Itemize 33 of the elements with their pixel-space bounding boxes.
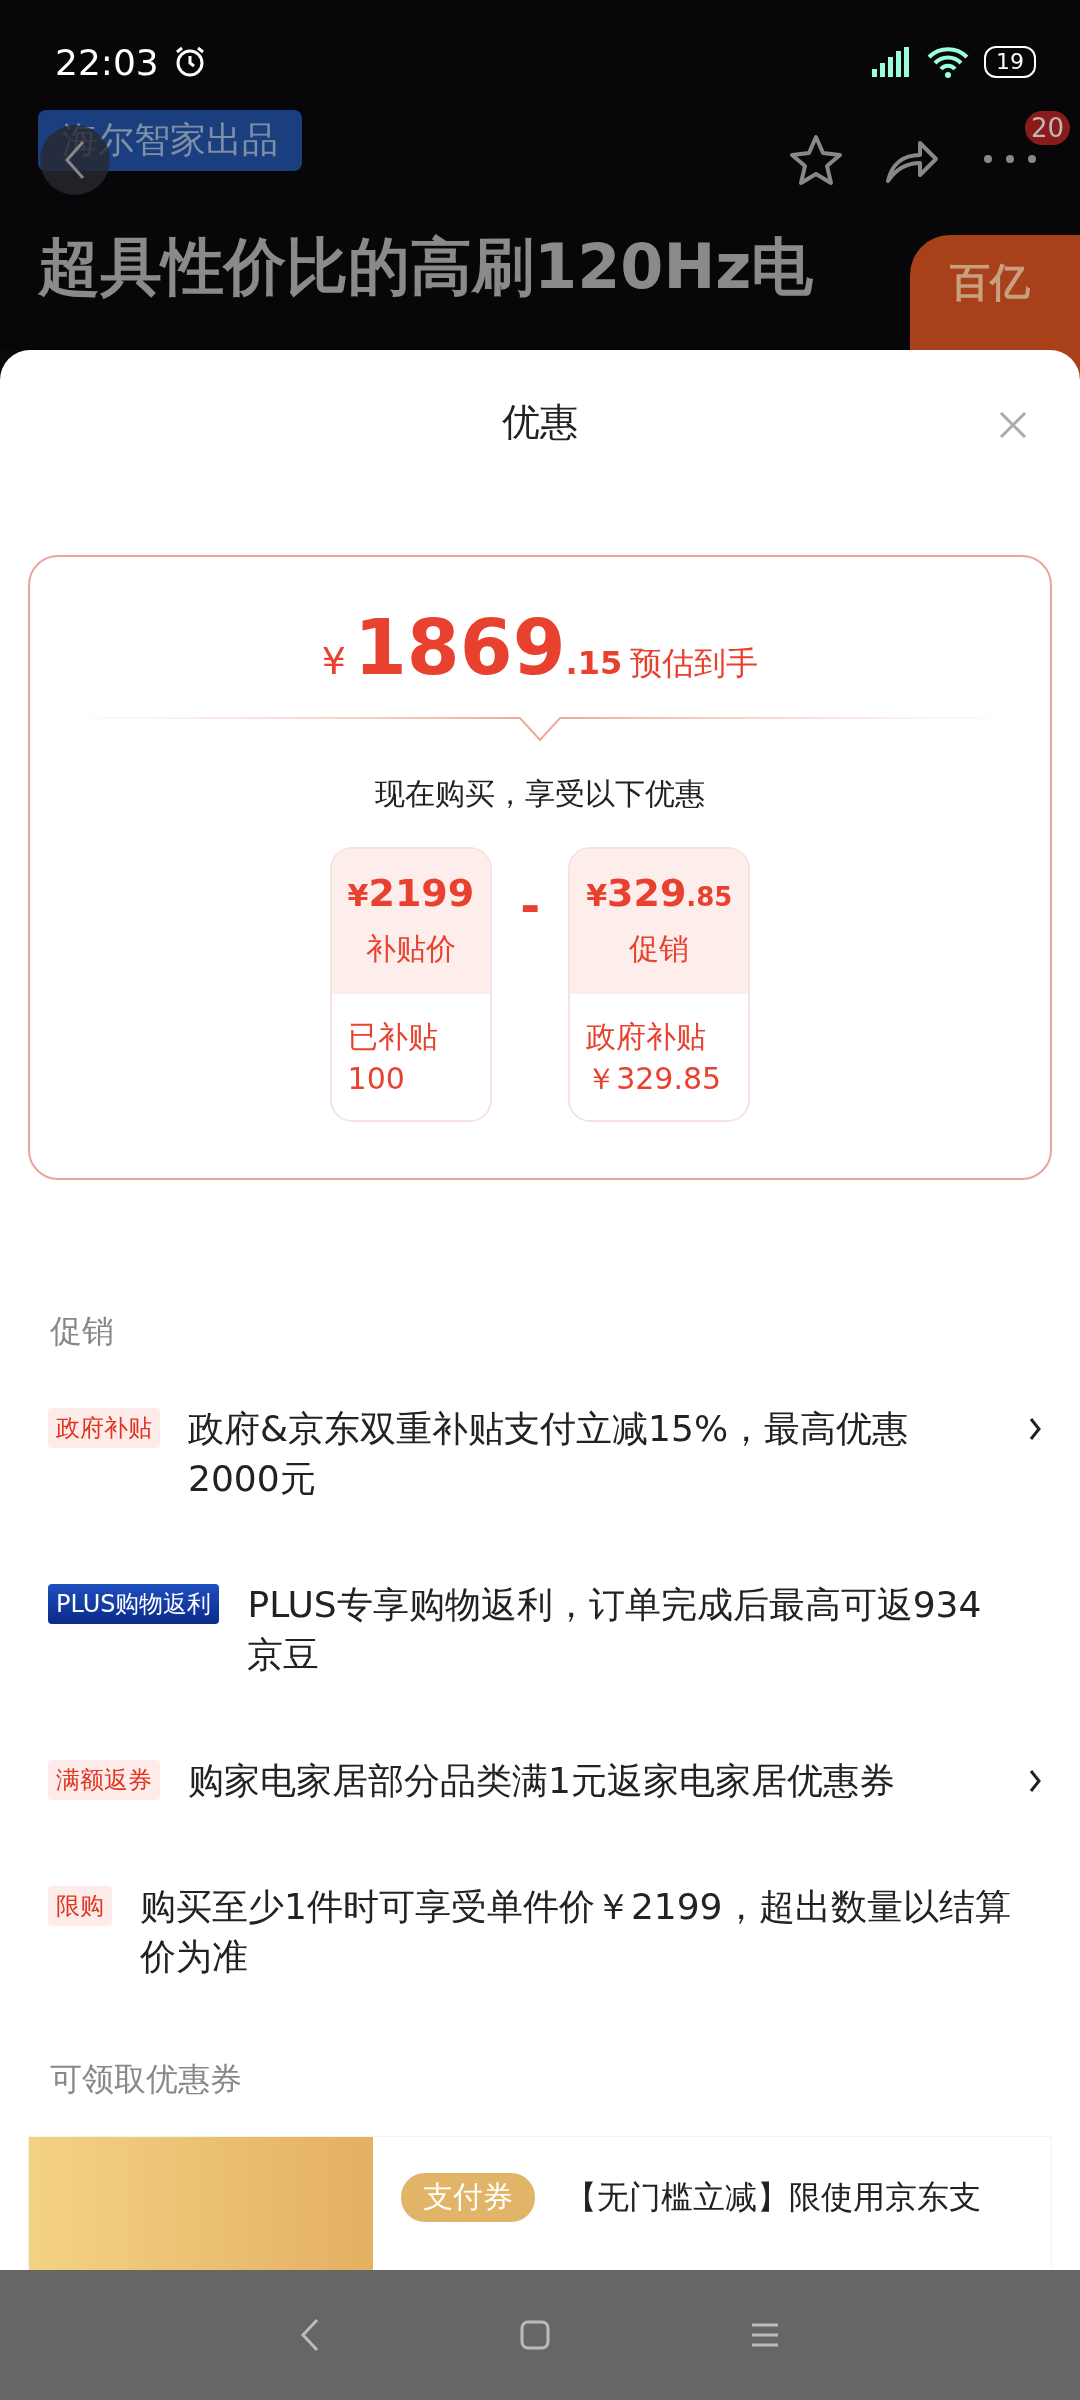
chevron-icon[interactable] bbox=[1028, 1416, 1042, 1442]
notification-badge: 20 bbox=[1024, 110, 1070, 145]
sheet-title: 优惠 bbox=[502, 399, 578, 446]
coupon-text: 【无门槛立减】限使用京东支 bbox=[565, 2176, 981, 2218]
estimated-price: ¥1869.15 预估到手 bbox=[321, 603, 759, 692]
promo-tag: 满额返券 bbox=[48, 1760, 160, 1800]
benefit-subtitle: 现在购买，享受以下优惠 bbox=[375, 775, 705, 813]
back-icon[interactable] bbox=[300, 2317, 320, 2353]
term-amount: ¥2199 bbox=[347, 871, 475, 915]
term-amount: ¥329.85 bbox=[586, 871, 733, 915]
promo-tag: PLUS购物返利 bbox=[48, 1584, 220, 1624]
status-time: 22:03 bbox=[55, 41, 159, 83]
term-detail: 已补贴 100 bbox=[346, 1018, 439, 1098]
section-heading: 促销 bbox=[50, 1311, 115, 1352]
menu-icon[interactable] bbox=[750, 2322, 780, 2348]
section-heading: 可领取优惠券 bbox=[50, 2059, 243, 2100]
term-label: 补贴价 bbox=[364, 930, 457, 968]
minus-sign: - bbox=[520, 877, 541, 933]
promo-text: 购买至少1件时可享受单件价￥2199，超出数量以结算价为准 bbox=[140, 1885, 1012, 1979]
wifi-icon bbox=[926, 45, 970, 79]
chevron-icon[interactable] bbox=[1028, 1768, 1042, 1794]
term-detail: 政府补贴 ￥329.85 bbox=[585, 1018, 723, 1098]
promo-tag: 限购 bbox=[48, 1886, 112, 1926]
promo-text: PLUS专享购物返利，订单完成后最高可返934京豆 bbox=[247, 1583, 983, 1677]
promo-text: 政府&京东双重补贴支付立减15%，最高优惠2000元 bbox=[188, 1407, 910, 1501]
promo-text: 购家电家居部分品类满1元返家电家居优惠券 bbox=[188, 1759, 896, 1803]
term-label: 促销 bbox=[628, 930, 691, 968]
home-icon[interactable] bbox=[520, 2320, 550, 2350]
coupon-tag: 支付券 bbox=[401, 2173, 535, 2222]
battery-indicator: 19 bbox=[984, 46, 1036, 78]
product-title: 超具性价比的高刷120Hz电 bbox=[38, 229, 814, 305]
promo-tag: 政府补贴 bbox=[48, 1408, 160, 1448]
star-icon[interactable] bbox=[788, 133, 844, 187]
